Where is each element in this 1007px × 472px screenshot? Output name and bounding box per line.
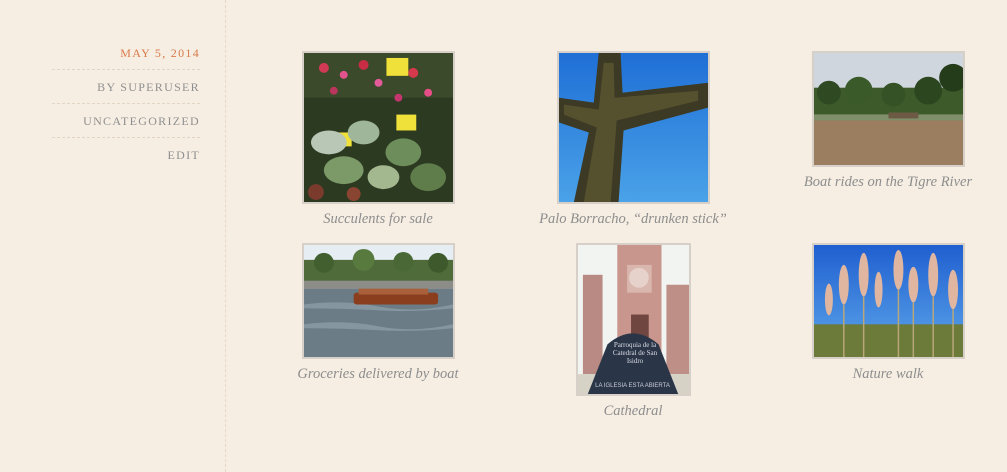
gallery-item: Succulents for sale [278,51,478,228]
cathedral-sign-text: Parroquia de la Catedral de San Isidro [612,341,658,365]
nature-walk-photo[interactable] [811,243,965,359]
gallery-caption: Nature walk [852,366,924,382]
gallery-item: Groceries delivered by boat [278,243,478,383]
post-author-link[interactable]: By Superuser [52,80,200,104]
post-category-link[interactable]: Uncategorized [52,114,200,138]
cathedral-sign-bottom-text: LA IGLESIA ESTA ABIERTA [595,383,670,389]
gallery-caption: Succulents for sale [323,211,433,227]
edit-post-link[interactable]: Edit [52,148,200,171]
cathedral-photo[interactable]: Parroquia de la Catedral de San Isidro L… [575,243,691,396]
grocery-boat-photo[interactable] [301,243,455,359]
gallery-caption: Cathedral [603,403,663,419]
gallery-caption: Palo Borracho, “drunken stick” [539,211,727,227]
gallery-item: Parroquia de la Catedral de San Isidro L… [533,243,733,420]
gallery-item: Boat rides on the Tigre River [788,51,988,191]
gallery-caption: Groceries delivered by boat [297,366,459,382]
tigre-river-photo[interactable] [811,51,965,167]
column-divider [225,0,226,472]
gallery-item: Nature walk [788,243,988,383]
succulents-photo[interactable] [301,51,455,204]
gallery-post: May 5, 2014 By Superuser Uncategorized E… [0,0,1007,472]
post-date-link[interactable]: May 5, 2014 [52,46,200,70]
palo-borracho-photo[interactable] [556,51,710,204]
post-meta: May 5, 2014 By Superuser Uncategorized E… [52,46,200,181]
gallery-caption: Boat rides on the Tigre River [803,174,973,190]
gallery-item: Palo Borracho, “drunken stick” [533,51,733,228]
